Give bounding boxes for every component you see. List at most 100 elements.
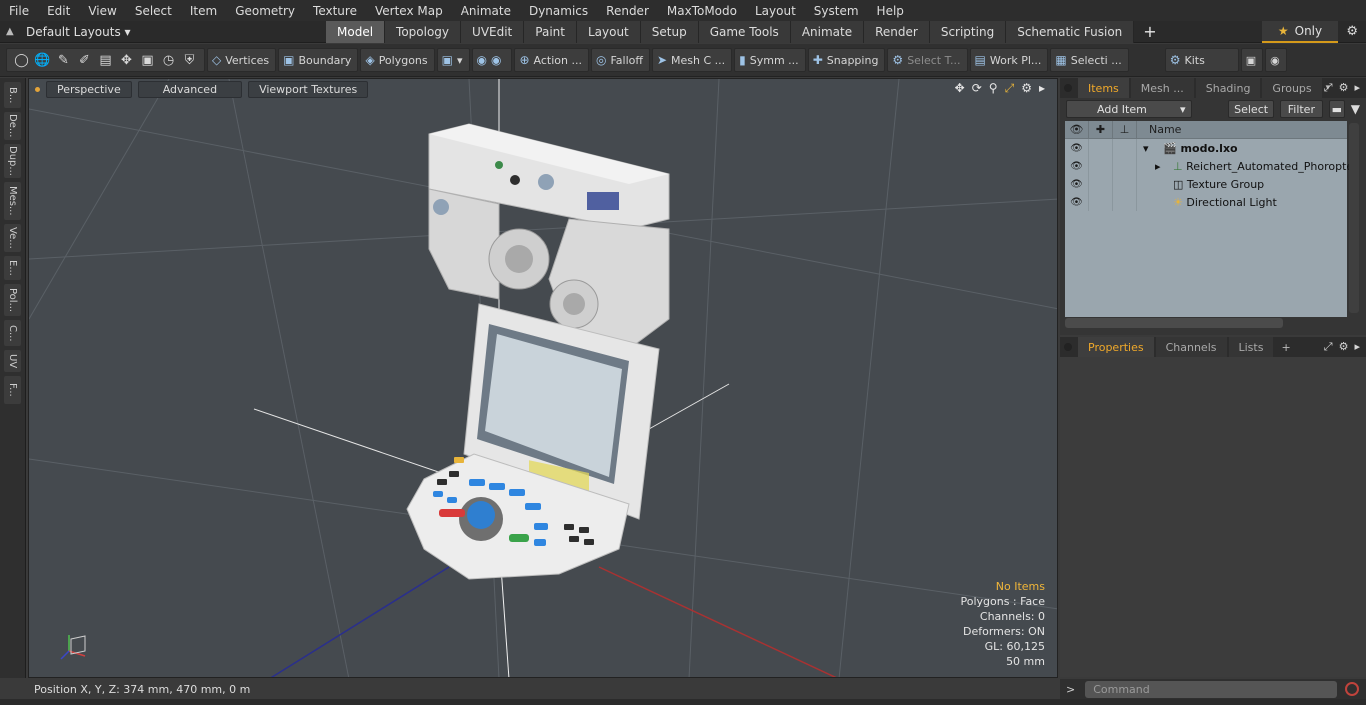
globe-icon[interactable]: 🌐 [32,49,53,71]
tab-groups[interactable]: Groups [1262,78,1322,98]
shading-mode-dropdown[interactable]: Advanced [137,80,243,98]
snapping-button[interactable]: ✚ Snapping [807,48,886,72]
tab-render[interactable]: Render [864,20,930,43]
tab-game-tools[interactable]: Game Tools [698,20,791,43]
tab-lists[interactable]: Lists [1228,337,1274,357]
tab-uvedit[interactable]: UVEdit [461,20,525,43]
add-tab-icon[interactable]: + [1134,22,1165,41]
left-tab-3[interactable]: Mes... [4,182,21,220]
tab-schematic-fusion[interactable]: Schematic Fusion [1006,20,1135,43]
kits-button[interactable]: ⚙ Kits [1164,48,1239,72]
panel-settings-icon[interactable]: ⚙ [1339,81,1349,95]
tab-layout[interactable]: Layout [576,20,641,43]
command-input[interactable]: Command [1085,680,1338,698]
items-horizontal-scrollbar[interactable] [1065,318,1283,328]
tab-channels[interactable]: Channels [1155,337,1227,357]
collapse-icon[interactable]: ▬ [1329,100,1345,118]
left-tab-0[interactable]: B... [4,82,21,108]
record-macro-icon[interactable] [1345,682,1360,696]
name-column-header[interactable]: Name [1137,123,1181,136]
eye-icon[interactable]: 👁 [1065,157,1089,175]
menu-item-render[interactable]: Render [597,4,658,18]
props-arrow-icon[interactable]: ▸ [1354,340,1360,354]
expand-panel-icon[interactable]: ⤢ [1324,81,1333,95]
menu-item-help[interactable]: Help [868,4,913,18]
viewport-expand-icon[interactable]: ▸ [1039,81,1045,96]
mesh-constraint-button[interactable]: ➤ Mesh C ... [651,48,733,72]
menu-item-layout[interactable]: Layout [746,4,805,18]
falloff-button[interactable]: ◎ Falloff [591,48,650,72]
menu-item-edit[interactable]: Edit [38,4,79,18]
tab-properties[interactable]: Properties [1078,337,1154,357]
viewport-menu-dot-icon[interactable] [35,86,40,92]
tab-model[interactable]: Model [326,20,386,43]
menu-item-file[interactable]: File [0,4,38,18]
list-item[interactable]: 👁 ◫ Texture Group [1065,175,1347,193]
tab-topology[interactable]: Topology [385,20,462,43]
props-menu-dot-icon[interactable] [1064,343,1072,351]
unreal-button[interactable]: ◉ [1265,48,1287,72]
expand-props-icon[interactable]: ⤢ [1324,340,1333,354]
center-icon[interactable]: ✥ [116,49,137,71]
item-mode-button[interactable]: ▣ ▾ [436,48,470,72]
material-button[interactable]: ◉ ◉ [471,48,513,72]
eye-icon[interactable]: 👁 [1065,175,1089,193]
list-item[interactable]: 👁 ▾ 🎬 modo.lxo [1065,139,1347,157]
menu-item-item[interactable]: Item [181,4,226,18]
move-view-icon[interactable]: ✥ [955,81,965,96]
select-through-button[interactable]: ⚙ Select T... [887,48,968,72]
expand-arrow-icon[interactable]: ▾ [1143,142,1149,155]
funnel-icon[interactable]: ▼ [1351,102,1360,116]
tab-setup[interactable]: Setup [640,20,699,43]
tab-items[interactable]: Items [1078,78,1129,98]
layout-selector[interactable]: ▲ Default Layouts ▾ [0,21,326,43]
selection-sets-button[interactable]: ▦ Selecti ... [1050,48,1129,72]
rotate-view-icon[interactable]: ⟳ [972,81,982,96]
layout-up-icon[interactable]: ▲ [6,26,26,37]
shield-icon[interactable]: ⛨ [179,49,200,71]
menu-item-dynamics[interactable]: Dynamics [520,4,597,18]
left-tab-5[interactable]: E... [4,256,21,280]
collapse-arrow-icon[interactable]: ▸ [1155,160,1161,173]
pen-icon[interactable]: ✎ [53,49,74,71]
eye-icon[interactable]: 👁 [1065,139,1089,157]
select-button[interactable]: Select [1228,100,1274,118]
circle-select-icon[interactable]: ◯ [11,49,32,71]
menu-item-system[interactable]: System [805,4,868,18]
zoom-icon[interactable]: ⚲ [989,81,998,96]
3d-viewport[interactable]: Perspective Advanced Viewport Textures ✥… [28,78,1058,678]
brush-icon[interactable]: ✐ [74,49,95,71]
only-toggle[interactable]: ★ Only [1262,21,1338,43]
left-tab-8[interactable]: UV [4,350,21,372]
tab-animate[interactable]: Animate [790,20,865,43]
add-tab-icon[interactable]: + [1281,341,1290,354]
tab-scripting[interactable]: Scripting [929,20,1007,43]
left-tab-1[interactable]: De... [4,112,21,140]
menu-item-texture[interactable]: Texture [304,4,366,18]
view-type-dropdown[interactable]: Perspective [46,80,132,98]
boundary-button[interactable]: ▣ Boundary [278,48,359,72]
list-item[interactable]: 👁 ▸ ⊥ Reichert_Automated_Phoropter [1065,157,1358,175]
action-button[interactable]: ⊕ Action ... [514,48,589,72]
items-vertical-scrollbar[interactable] [1349,123,1359,313]
list-item[interactable]: 👁 ☀ Directional Light [1065,193,1347,211]
tab-paint[interactable]: Paint [524,20,577,43]
add-item-button[interactable]: Add Item ▾ [1066,100,1193,118]
filter-button[interactable]: Filter [1279,100,1323,118]
menu-item-animate[interactable]: Animate [452,4,520,18]
left-tab-6[interactable]: Pol... [4,284,21,316]
menu-item-maxtomodo[interactable]: MaxToModo [658,4,746,18]
tab-mesh[interactable]: Mesh ... [1130,78,1194,98]
menu-item-select[interactable]: Select [126,4,181,18]
viewport-textures-dropdown[interactable]: Viewport Textures [248,80,369,98]
panel-menu-dot-icon[interactable] [1064,84,1072,92]
left-tab-7[interactable]: C... [4,320,21,346]
menu-item-vertex-map[interactable]: Vertex Map [366,4,452,18]
polygons-button[interactable]: ◈ Polygons [360,48,435,72]
left-tab-2[interactable]: Dup... [4,144,21,178]
props-settings-icon[interactable]: ⚙ [1339,340,1349,354]
visibility-col-icon[interactable]: 👁 [1065,120,1089,139]
viewport-settings-icon[interactable]: ⚙ [1021,81,1032,96]
vertices-button[interactable]: ◇ Vertices [207,48,277,72]
align-icon[interactable]: ▤ [95,49,116,71]
